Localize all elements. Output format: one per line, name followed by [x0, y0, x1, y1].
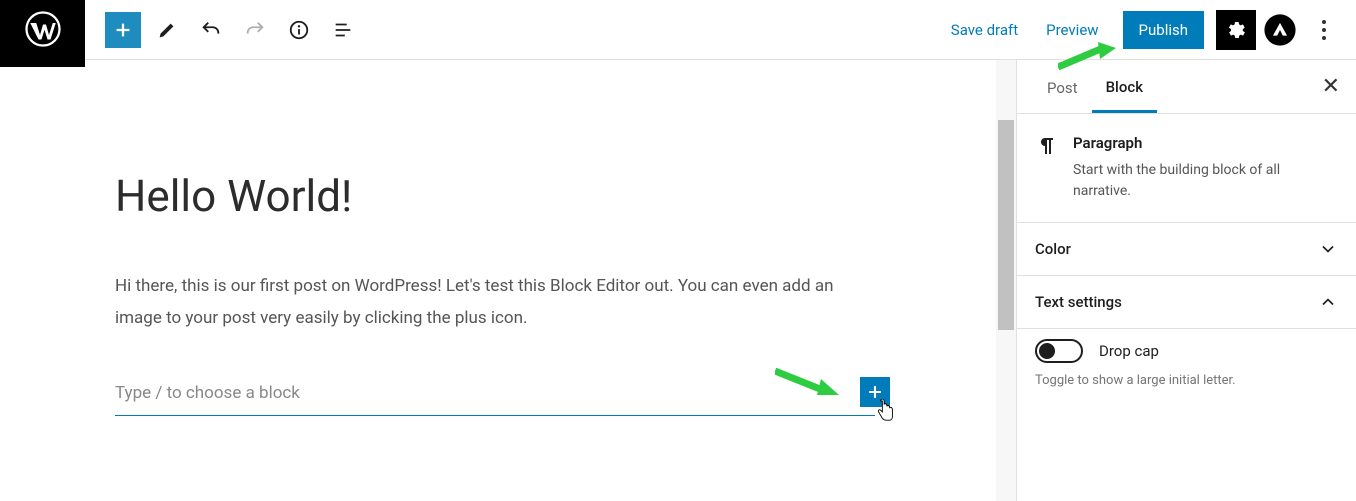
undo-icon[interactable]: [193, 12, 229, 48]
editor-toolbar: Save draft Preview Publish: [0, 0, 1356, 60]
save-draft-button[interactable]: Save draft: [939, 13, 1030, 47]
chevron-down-icon: [1318, 239, 1338, 259]
block-appender[interactable]: Type / to choose a block: [115, 371, 875, 416]
sidebar-tabs: Post Block ✕: [1017, 60, 1356, 114]
drop-cap-toggle[interactable]: [1035, 339, 1083, 363]
preview-button[interactable]: Preview: [1034, 13, 1110, 47]
paragraph-icon: [1035, 134, 1059, 202]
scrollbar[interactable]: [996, 60, 1016, 501]
block-type-description: Start with the building block of all nar…: [1073, 160, 1338, 202]
block-type-title: Paragraph: [1073, 134, 1338, 152]
plugin-icon[interactable]: [1260, 10, 1300, 50]
drop-cap-label: Drop cap: [1099, 342, 1159, 360]
text-settings-body: Drop cap Toggle to show a large initial …: [1017, 329, 1356, 404]
color-section-title: Color: [1035, 240, 1071, 258]
toolbar-left: [85, 12, 361, 48]
edit-icon[interactable]: [149, 12, 185, 48]
scrollbar-thumb[interactable]: [998, 120, 1014, 330]
redo-icon[interactable]: [237, 12, 273, 48]
editor-main: Hello World! Hi there, this is our first…: [0, 60, 1356, 501]
paragraph-block[interactable]: Hi there, this is our first post on Word…: [115, 270, 875, 335]
wordpress-logo[interactable]: [0, 0, 85, 67]
toolbar-right: Save draft Preview Publish: [939, 10, 1356, 50]
text-settings-title: Text settings: [1035, 293, 1122, 311]
tab-post[interactable]: Post: [1033, 62, 1092, 111]
publish-button[interactable]: Publish: [1123, 11, 1204, 49]
post-title[interactable]: Hello World!: [115, 170, 881, 222]
drop-cap-row: Drop cap: [1035, 339, 1338, 363]
close-sidebar-icon[interactable]: ✕: [1322, 74, 1340, 99]
drop-cap-help: Toggle to show a large initial letter.: [1035, 373, 1338, 388]
info-icon[interactable]: [281, 12, 317, 48]
settings-button[interactable]: [1216, 10, 1256, 50]
block-info-panel: Paragraph Start with the building block …: [1017, 114, 1356, 223]
editor-canvas[interactable]: Hello World! Hi there, this is our first…: [0, 60, 996, 501]
color-section[interactable]: Color: [1017, 223, 1356, 276]
more-menu-icon[interactable]: [1304, 10, 1344, 50]
settings-sidebar: Post Block ✕ Paragraph Start with the bu…: [1016, 60, 1356, 501]
add-block-button[interactable]: [105, 12, 141, 48]
tab-block[interactable]: Block: [1092, 61, 1157, 113]
placeholder-text: Type / to choose a block: [115, 383, 300, 403]
outline-icon[interactable]: [325, 12, 361, 48]
cursor-pointer-icon: [875, 399, 897, 423]
text-settings-section[interactable]: Text settings: [1017, 276, 1356, 329]
chevron-up-icon: [1318, 292, 1338, 312]
